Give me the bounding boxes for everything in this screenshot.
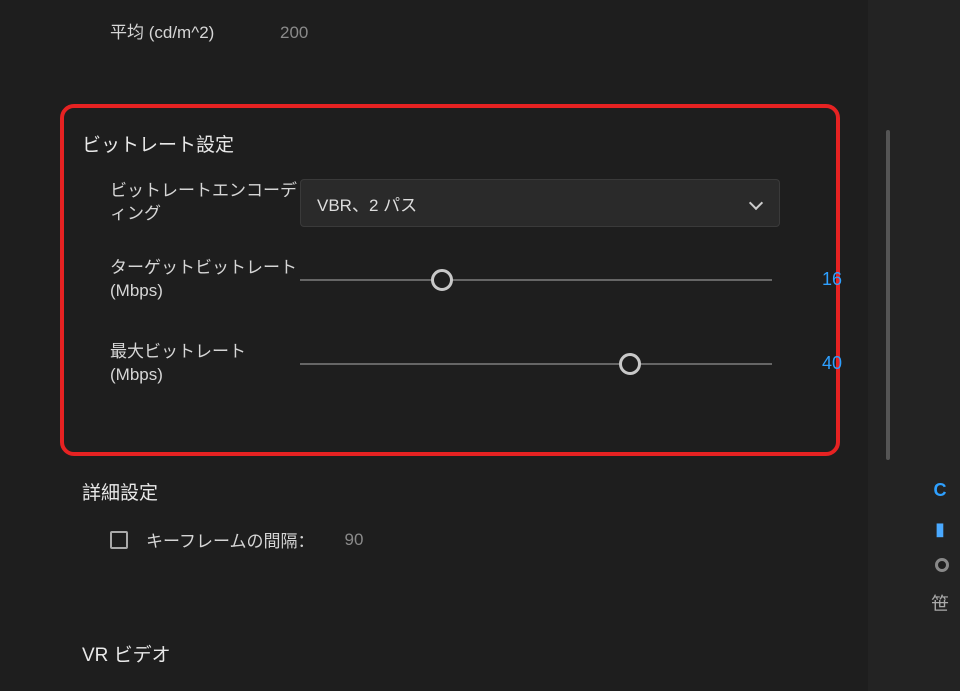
advanced-settings-section: 詳細設定 キーフレームの間隔： 90	[82, 478, 842, 552]
advanced-section-title: 詳細設定	[82, 478, 842, 505]
export-settings-panel: 平均 (cd/m^2) 200 ビットレート設定 ビットレートエンコーディング …	[0, 0, 868, 691]
side-icon-1[interactable]: C	[934, 480, 947, 501]
bookmark-icon[interactable]: ▮	[935, 519, 945, 540]
average-luminance-row: 平均 (cd/m^2) 200	[110, 22, 830, 45]
average-luminance-label: 平均 (cd/m^2)	[110, 22, 280, 45]
bitrate-settings-section: ビットレート設定 ビットレートエンコーディング VBR、2 パス ターゲットビッ…	[82, 130, 842, 425]
target-bitrate-slider[interactable]	[300, 268, 772, 292]
max-bitrate-slider[interactable]	[300, 352, 772, 376]
side-icon-4[interactable]: 笹	[931, 590, 949, 616]
chevron-down-icon	[749, 196, 763, 210]
max-bitrate-row: 最大ビットレート (Mbps) 40	[110, 341, 842, 387]
keyframe-interval-row: キーフレームの間隔： 90	[82, 527, 842, 552]
bitrate-encoding-selected: VBR、2 パス	[317, 191, 417, 216]
keyframe-interval-label: キーフレームの間隔：	[146, 527, 314, 552]
vr-video-section: VR ビデオ	[82, 640, 842, 689]
target-bitrate-row: ターゲットビットレート (Mbps) 16	[110, 257, 842, 303]
target-bitrate-slider-thumb[interactable]	[431, 269, 453, 291]
circle-icon[interactable]	[935, 558, 949, 572]
right-icon-strip: C ▮ 笹	[920, 480, 960, 616]
vr-section-title: VR ビデオ	[82, 640, 842, 667]
max-bitrate-value[interactable]: 40	[802, 353, 842, 374]
bitrate-encoding-label: ビットレートエンコーディング	[110, 180, 300, 226]
target-bitrate-value[interactable]: 16	[802, 269, 842, 290]
bitrate-encoding-row: ビットレートエンコーディング VBR、2 パス	[110, 179, 842, 227]
bitrate-section-title: ビットレート設定	[82, 130, 842, 157]
keyframe-interval-checkbox[interactable]	[110, 531, 128, 549]
keyframe-interval-value[interactable]: 90	[344, 530, 363, 550]
max-bitrate-label: 最大ビットレート (Mbps)	[110, 341, 300, 387]
bitrate-encoding-dropdown[interactable]: VBR、2 パス	[300, 179, 780, 227]
scrollbar[interactable]	[886, 130, 890, 460]
average-luminance-value[interactable]: 200	[280, 23, 308, 43]
target-bitrate-label: ターゲットビットレート (Mbps)	[110, 257, 300, 303]
max-bitrate-slider-thumb[interactable]	[619, 353, 641, 375]
